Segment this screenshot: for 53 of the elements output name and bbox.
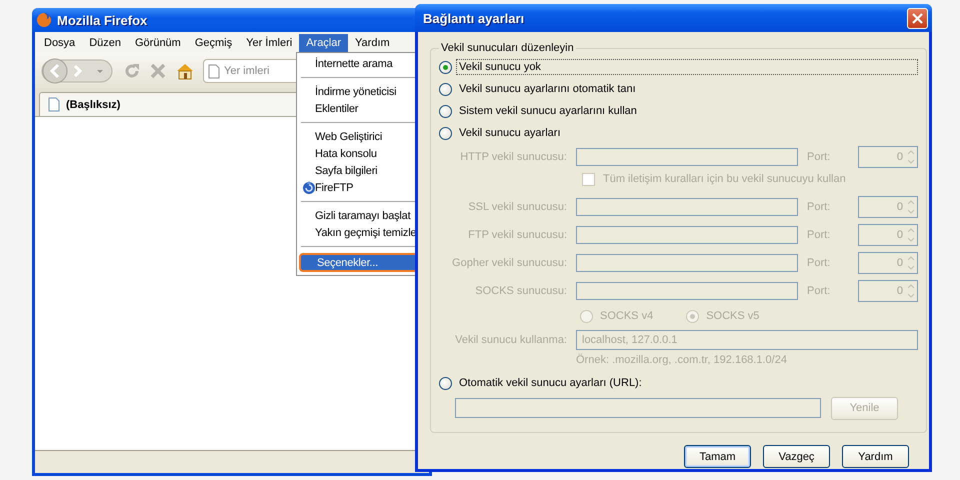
proxy-label: SOCKS sunucusu: [474, 285, 567, 297]
dialog-button[interactable]: Tamam [684, 445, 751, 468]
spin-arrows-icon[interactable] [906, 254, 916, 272]
no-proxy-label: Vekil sunucu kullanma: [454, 334, 567, 346]
proxy-field[interactable] [576, 226, 798, 244]
port-label: Port: [807, 151, 832, 163]
firefox-logo-icon [36, 12, 52, 28]
proxy-label: FTP vekil sunucusu: [467, 229, 567, 241]
proxy-field[interactable] [576, 148, 798, 166]
home-icon[interactable] [175, 62, 195, 80]
proxy-field[interactable] [576, 254, 798, 272]
port-label: Port: [807, 285, 832, 297]
spin-arrows-icon[interactable] [906, 198, 916, 216]
group-title: Vekil sunucuları düzenleyin [440, 42, 575, 54]
radio-button[interactable] [439, 60, 452, 74]
spin-arrows-icon[interactable] [906, 148, 916, 166]
page-icon [48, 97, 60, 112]
menu-item[interactable]: Araçlar [299, 34, 348, 54]
spin-arrows-icon[interactable] [906, 226, 916, 244]
radio-button[interactable] [439, 104, 452, 118]
menu-item[interactable]: Düzen [82, 34, 128, 54]
window-title: Mozilla Firefox [57, 12, 148, 28]
close-button[interactable] [907, 8, 928, 28]
proxy-field[interactable] [576, 198, 798, 216]
proxy-label: HTTP vekil sunucusu: [459, 151, 567, 163]
radio-button[interactable] [439, 126, 452, 140]
dialog-button[interactable]: Vazgeç [763, 445, 830, 468]
radio-label[interactable]: Vekil sunucu ayarlarını otomatik tanı [456, 81, 639, 97]
radio-label[interactable]: Vekil sunucu ayarları [456, 125, 564, 141]
reload-icon[interactable] [123, 62, 141, 80]
dialog-button[interactable]: Yardım [842, 445, 909, 468]
menu-item[interactable]: Geçmiş [188, 34, 240, 54]
menu-item[interactable]: Dosya [37, 34, 82, 54]
menu-item[interactable]: Görünüm [128, 34, 188, 54]
stop-icon[interactable] [149, 62, 167, 80]
proxy-label: SSL vekil sunucusu: [467, 201, 567, 213]
dialog-title: Bağlantı ayarları [423, 10, 524, 26]
ftp-globe-icon [302, 180, 316, 195]
menu-item[interactable]: Yardım [348, 34, 397, 54]
radio-button[interactable] [439, 82, 452, 96]
spin-arrows-icon[interactable] [906, 282, 916, 300]
hint-text: Örnek: .mozilla.org, .com.tr, 192.168.1.0/24 [576, 352, 788, 366]
url-field[interactable] [455, 398, 821, 418]
page-icon [208, 64, 220, 78]
back-forward-icon[interactable] [41, 57, 115, 85]
port-label: Port: [807, 201, 832, 213]
radio-label[interactable]: Sistem vekil sunucu ayarlarını kullan [456, 103, 640, 119]
proxy-field[interactable] [576, 282, 798, 300]
port-label: Port: [807, 229, 832, 241]
radio-label[interactable]: Vekil sunucu yok [456, 59, 918, 75]
close-icon [911, 12, 924, 24]
menu-item[interactable]: Yer İmleri [239, 34, 300, 54]
port-label: Port: [807, 257, 832, 269]
